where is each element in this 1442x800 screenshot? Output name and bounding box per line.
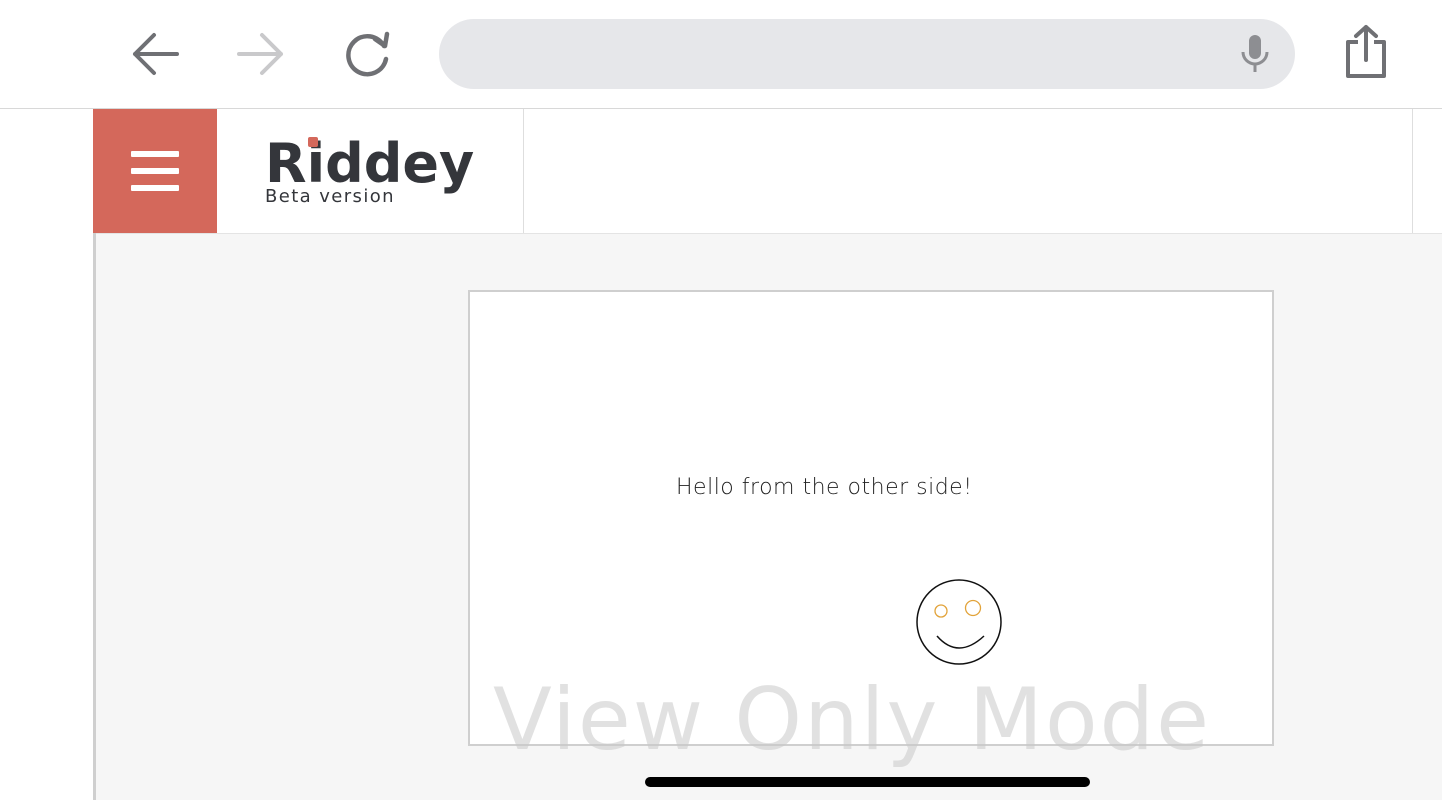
arrow-right-icon	[237, 33, 283, 75]
share-icon	[1346, 25, 1386, 78]
microphone-icon	[1241, 35, 1269, 72]
header-divider	[1412, 109, 1413, 233]
back-button[interactable]	[127, 26, 183, 82]
forward-button[interactable]	[233, 26, 289, 82]
hamburger-menu-icon	[131, 168, 179, 174]
canvas-text: Hello from the other side!	[676, 475, 973, 500]
page-viewport: Riddey Beta version Hello from the other…	[93, 109, 1442, 800]
arrow-left-icon	[133, 33, 179, 75]
app-header: Riddey Beta version	[93, 109, 1442, 234]
reload-icon	[346, 31, 390, 77]
hamburger-menu-button[interactable]	[93, 109, 217, 233]
smiley-face-drawing	[916, 579, 1002, 665]
drawing-canvas[interactable]: Hello from the other side!	[468, 290, 1274, 746]
logo[interactable]: Riddey Beta version	[217, 109, 524, 233]
browser-toolbar	[0, 0, 1442, 109]
reload-button[interactable]	[340, 26, 396, 82]
logo-subtitle: Beta version	[265, 186, 395, 207]
url-input[interactable]	[469, 19, 1233, 91]
hamburger-menu-icon	[131, 185, 179, 191]
home-indicator[interactable]	[645, 777, 1090, 787]
hamburger-menu-icon	[131, 151, 179, 157]
address-bar[interactable]	[439, 19, 1295, 91]
share-button[interactable]	[1338, 22, 1394, 82]
microphone-button[interactable]	[1235, 34, 1275, 74]
logo-accent-mark	[308, 137, 318, 147]
